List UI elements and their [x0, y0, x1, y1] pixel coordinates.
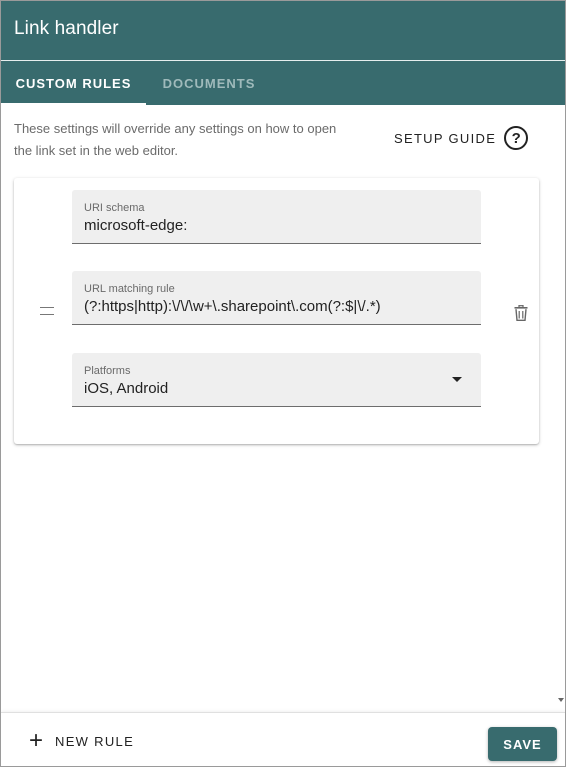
window-title: Link handler: [14, 18, 119, 39]
uri-schema-input[interactable]: microsoft-edge:: [84, 217, 471, 234]
plus-icon: +: [29, 727, 44, 754]
setup-guide-label: SETUP GUIDE: [394, 130, 497, 146]
help-circle-icon: ?: [504, 126, 529, 150]
setup-guide-button[interactable]: SETUP GUIDE ?: [394, 125, 529, 151]
url-matching-rule-input[interactable]: (?:https|http):\/\/\w+\.sharepoint\.com(…: [84, 298, 471, 315]
new-rule-button[interactable]: + NEW RULE: [29, 729, 134, 753]
tab-bar: CUSTOM RULES DOCUMENTS: [1, 61, 565, 105]
url-matching-rule-field[interactable]: URL matching rule (?:https|http):\/\/\w+…: [72, 271, 481, 325]
footer-bar: + NEW RULE SAVE: [1, 712, 565, 766]
trash-icon[interactable]: [514, 305, 528, 321]
scroll-down-arrow-icon[interactable]: [558, 698, 564, 702]
uri-schema-field[interactable]: URI schema microsoft-edge:: [72, 190, 481, 244]
dropdown-arrow-icon[interactable]: [452, 377, 462, 382]
new-rule-label: NEW RULE: [55, 733, 135, 749]
drag-handle-icon[interactable]: [40, 307, 54, 315]
uri-schema-label: URI schema: [84, 202, 145, 214]
title-bar: Link handler: [1, 1, 565, 61]
platforms-label: Platforms: [84, 365, 131, 377]
platforms-value: iOS, Android: [84, 380, 169, 397]
url-matching-rule-label: URL matching rule: [84, 283, 175, 295]
platforms-select[interactable]: Platforms iOS, Android: [72, 353, 481, 407]
save-button[interactable]: SAVE: [488, 727, 557, 761]
tab-custom-rules[interactable]: CUSTOM RULES: [1, 61, 146, 105]
link-handler-window: Link handler CUSTOM RULES DOCUMENTS Thes…: [0, 0, 566, 767]
active-tab-indicator: [1, 103, 146, 105]
info-text: These settings will override any setting…: [14, 121, 337, 158]
rule-card: URI schema microsoft-edge: URL matching …: [14, 178, 539, 444]
tab-documents[interactable]: DOCUMENTS: [146, 61, 272, 105]
